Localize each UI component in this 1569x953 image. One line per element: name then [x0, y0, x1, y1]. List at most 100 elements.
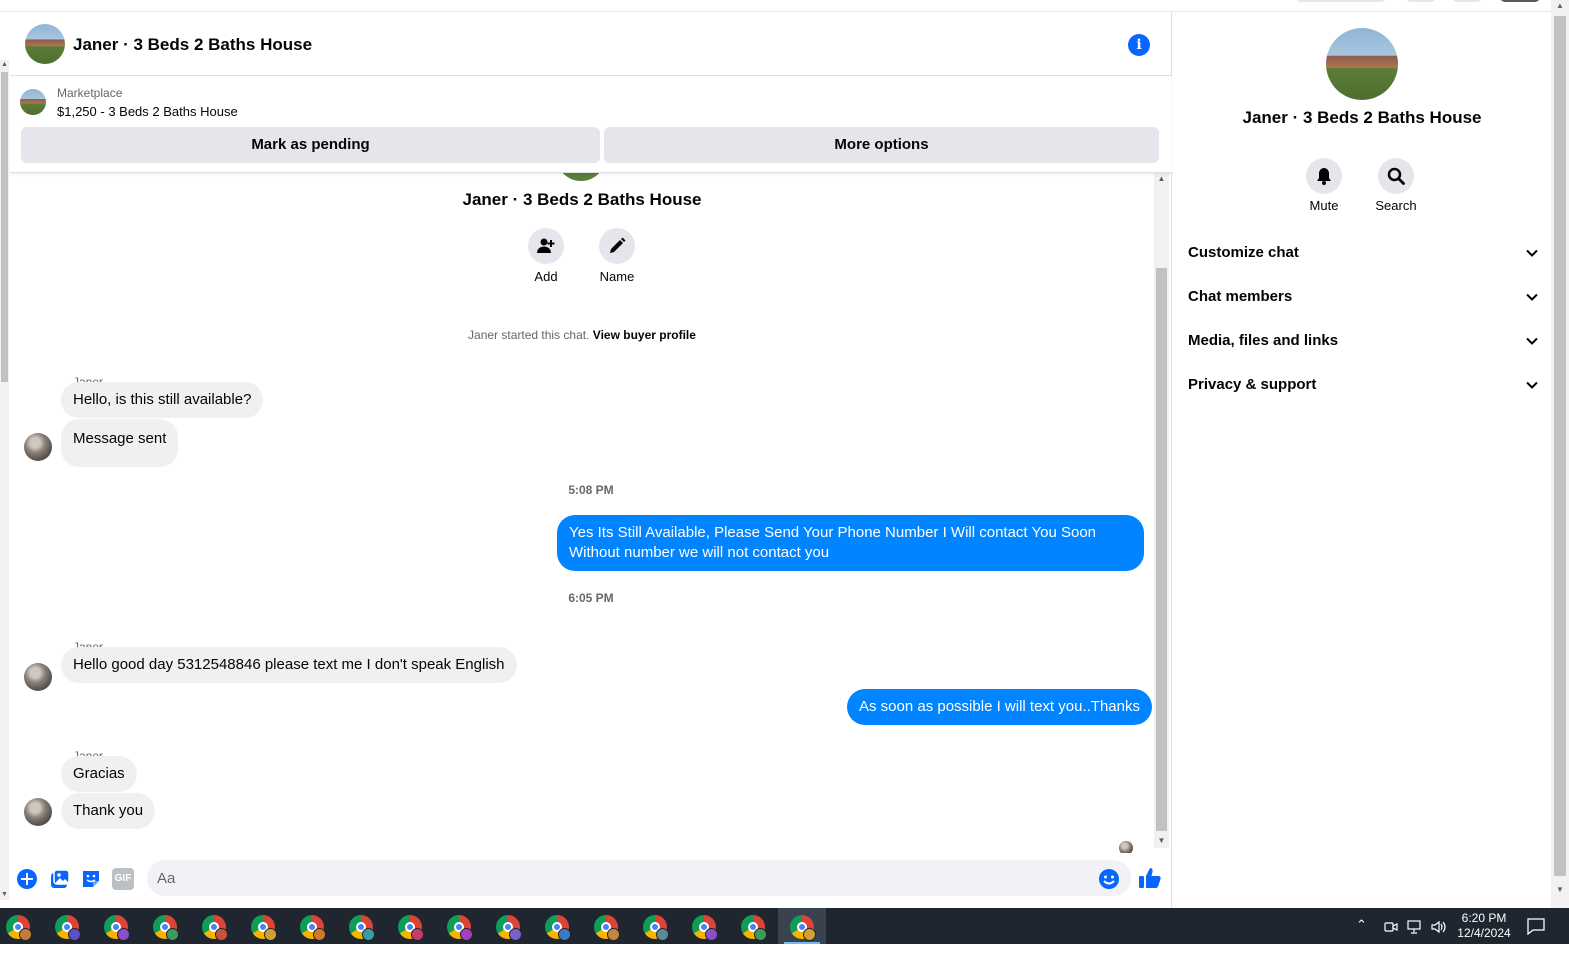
chrome-taskbar-button[interactable]	[43, 908, 91, 944]
outgoing-line: Without number we will not contact you	[569, 544, 830, 561]
chrome-taskbar-button[interactable]	[386, 908, 434, 944]
scroll-down-arrow[interactable]: ▼	[1551, 884, 1569, 896]
chrome-taskbar-button[interactable]	[729, 908, 777, 944]
chat-header: Janer · 3 Beds 2 Baths House i	[10, 12, 1172, 76]
chrome-taskbar-button-active[interactable]	[778, 908, 826, 944]
chat-panel: Janer · 3 Beds 2 Baths House i Marketpla…	[10, 12, 1172, 908]
show-hidden-icons-chevron-icon[interactable]: ⌃	[1356, 917, 1367, 953]
photo-icon[interactable]	[48, 868, 70, 890]
customize-chat-section[interactable]: Customize chat	[1188, 238, 1538, 268]
incoming-message[interactable]: Thank you	[61, 793, 156, 829]
chevron-down-icon	[1526, 381, 1538, 389]
section-label: Customize chat	[1188, 244, 1299, 261]
chrome-taskbar-button[interactable]	[582, 908, 630, 944]
chrome-taskbar-button[interactable]	[337, 908, 385, 944]
mute-button[interactable]	[1306, 158, 1342, 194]
section-label: Privacy & support	[1188, 376, 1317, 393]
profile-badge-icon	[68, 928, 81, 941]
chrome-taskbar-button[interactable]	[484, 908, 532, 944]
chrome-taskbar-button[interactable]	[190, 908, 238, 944]
chrome-taskbar-button[interactable]	[239, 908, 287, 944]
sender-avatar[interactable]	[24, 663, 52, 691]
outgoing-message[interactable]: As soon as possible I will text you..Tha…	[847, 689, 1152, 725]
mark-as-pending-button[interactable]: Mark as pending	[21, 127, 600, 163]
more-options-button[interactable]: More options	[604, 127, 1159, 163]
plus-circle-icon[interactable]	[16, 868, 38, 890]
profile-badge-icon	[313, 928, 326, 941]
page-scrollbar[interactable]: ▲ ▼	[1551, 0, 1569, 908]
marketplace-label: Marketplace	[57, 86, 123, 100]
view-buyer-profile-link[interactable]: View buyer profile	[593, 328, 696, 342]
chrome-taskbar-button[interactable]	[631, 908, 679, 944]
sender-avatar[interactable]	[24, 433, 52, 461]
volume-icon[interactable]	[1430, 919, 1448, 935]
chrome-taskbar-button[interactable]	[435, 908, 483, 944]
emoji-icon[interactable]	[1098, 868, 1120, 890]
clock-date: 12/4/2024	[1457, 926, 1511, 940]
chrome-taskbar-button[interactable]	[92, 908, 140, 944]
chat-title[interactable]: Janer · 3 Beds 2 Baths House	[73, 35, 312, 55]
conversation-details-panel: Janer · 3 Beds 2 Baths House Mute Search…	[1173, 12, 1551, 908]
edit-name-button[interactable]	[599, 228, 635, 264]
notifications-icon[interactable]	[1526, 917, 1546, 935]
thumbs-up-icon[interactable]	[1137, 865, 1163, 891]
chrome-taskbar-button[interactable]	[533, 908, 581, 944]
meet-now-icon[interactable]	[1384, 920, 1398, 934]
search-button[interactable]	[1378, 158, 1414, 194]
details-avatar[interactable]	[1326, 28, 1398, 100]
chrome-taskbar-button[interactable]	[288, 908, 336, 944]
profile-badge-icon	[362, 928, 375, 941]
chrome-taskbar-button[interactable]	[0, 908, 42, 944]
timestamp-text: 5:08 PM	[568, 483, 614, 497]
privacy-support-section[interactable]: Privacy & support	[1188, 370, 1538, 400]
add-person-icon	[537, 238, 555, 253]
chevron-down-icon	[1526, 337, 1538, 345]
page-scroll-thumb[interactable]	[1554, 16, 1566, 876]
profile-badge-icon	[117, 928, 130, 941]
gif-icon[interactable]: GIF	[112, 868, 134, 890]
chrome-taskbar-button[interactable]	[141, 908, 189, 944]
media-files-links-section[interactable]: Media, files and links	[1188, 326, 1538, 356]
listing-thumbnail[interactable]	[20, 89, 46, 115]
incoming-message[interactable]: Gracias	[61, 756, 137, 792]
chat-members-section[interactable]: Chat members	[1188, 282, 1538, 312]
conversation-name: Janer · 3 Beds 2 Baths House	[462, 190, 702, 209]
add-person-button[interactable]	[528, 228, 564, 264]
scroll-up-arrow[interactable]: ▲	[1154, 173, 1169, 185]
message-input[interactable]	[147, 860, 1131, 896]
left-scroll-thumb[interactable]	[1, 72, 8, 382]
left-scrollbar[interactable]: ▲ ▼	[0, 60, 9, 900]
scroll-up-arrow[interactable]: ▲	[0, 60, 9, 70]
scroll-up-arrow[interactable]: ▲	[1551, 0, 1569, 12]
info-icon[interactable]: i	[1128, 34, 1150, 56]
profile-badge-icon	[607, 928, 620, 941]
profile-badge-icon	[166, 928, 179, 941]
listing-title[interactable]: $1,250 - 3 Beds 2 Baths House	[57, 104, 238, 119]
incoming-message[interactable]: Hello, is this still available?	[61, 382, 264, 418]
scroll-down-arrow[interactable]: ▼	[0, 890, 9, 900]
taskbar-clock[interactable]: 6:20 PM 12/4/2024	[1450, 911, 1518, 941]
timestamp: 6:05 PM	[10, 591, 1172, 605]
chrome-taskbar-button[interactable]	[680, 908, 728, 944]
sender-avatar[interactable]	[24, 798, 52, 826]
scroll-down-arrow[interactable]: ▼	[1154, 835, 1169, 847]
incoming-message[interactable]: Hello good day 5312548846 please text me…	[61, 647, 517, 683]
sticker-icon[interactable]	[80, 868, 102, 890]
timestamp: 5:08 PM	[10, 483, 1172, 497]
network-icon[interactable]	[1406, 920, 1422, 934]
top-pill	[1452, 0, 1482, 2]
profile-badge-icon	[656, 928, 669, 941]
profile-pill[interactable]	[1500, 0, 1540, 2]
chat-avatar[interactable]	[25, 24, 65, 64]
message-scroll-thumb[interactable]	[1156, 268, 1167, 831]
outgoing-message[interactable]: Yes Its Still Available, Please Send You…	[557, 515, 1144, 571]
taskbar: ⌃ 6:20 PM 12/4/2024	[0, 908, 1569, 944]
name-label: Name	[599, 269, 635, 284]
incoming-message[interactable]: Message sent	[61, 419, 179, 467]
section-label: Media, files and links	[1188, 332, 1339, 349]
pencil-icon	[610, 237, 626, 253]
message-scrollbar[interactable]: ▲ ▼	[1154, 173, 1169, 848]
profile-badge-icon	[264, 928, 277, 941]
details-title: Janer · 3 Beds 2 Baths House	[1242, 108, 1482, 127]
profile-badge-icon	[460, 928, 473, 941]
